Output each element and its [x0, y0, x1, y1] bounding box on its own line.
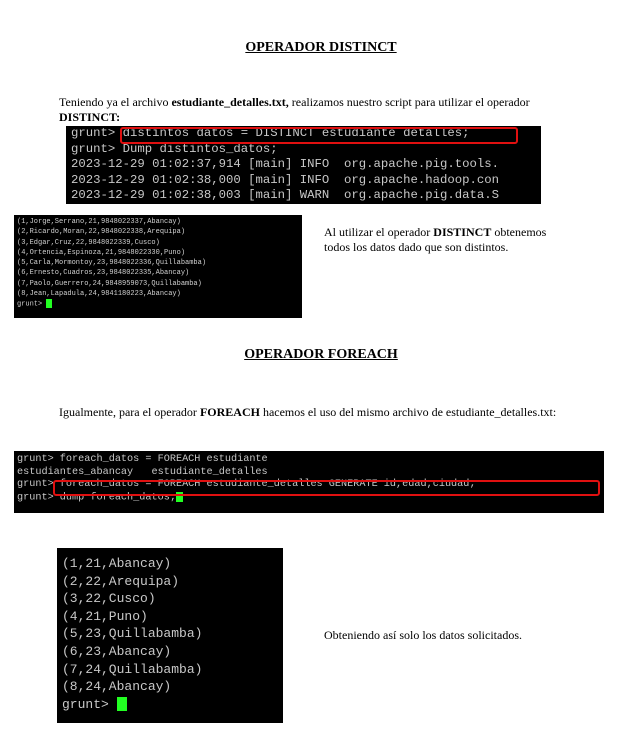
terminal-line: estudiantes_abancay estudiante_detalles — [17, 466, 268, 478]
foreach-intro-pre: Igualmente, para el operador — [59, 405, 200, 419]
foreach-command-highlight — [53, 480, 600, 496]
terminal-line: (7,24,Quillabamba) — [62, 661, 203, 677]
terminal-line: (8,Jean,Lapadula,24,9841180223,Abancay) — [17, 290, 181, 299]
distinct-intro: Teniendo ya el archivo estudiante_detall… — [59, 95, 589, 125]
distinct-intro-op: DISTINCT: — [59, 110, 121, 124]
terminal-line: (1,21,Abancay) — [62, 556, 172, 571]
foreach-intro: Igualmente, para el operador FOREACH hac… — [59, 405, 559, 420]
terminal-prompt: grunt> — [17, 300, 47, 309]
terminal-line: (2,Ricardo,Moran,22,9848022338,Arequipa) — [17, 228, 186, 237]
terminal-prompt: grunt> — [62, 696, 117, 712]
terminal-line: 2023-12-29 01:02:38,000 [main] INFO org.… — [71, 172, 500, 187]
terminal-line: (6,23,Abancay) — [62, 643, 172, 659]
distinct-command-highlight — [120, 127, 518, 144]
distinct-intro-pre: Teniendo ya el archivo — [59, 95, 172, 109]
terminal-line: (8,24,Abancay) — [62, 679, 172, 695]
terminal-line: (3,22,Cusco) — [62, 591, 156, 607]
terminal-line: (7,Paolo,Guerrero,24,9848959073,Quillaba… — [17, 279, 202, 288]
distinct-intro-file: estudiante_detalles.txt, — [171, 95, 289, 109]
foreach-intro-op: FOREACH — [199, 405, 260, 419]
terminal-line: (5,Carla,Mormontoy,23,9848022336,Quillab… — [17, 259, 207, 268]
terminal-prompt-line: grunt> — [17, 299, 302, 310]
terminal-line: (5,23,Quillabamba) — [62, 626, 203, 642]
foreach-output-terminal: (1,21,Abancay) (2,22,Arequipa) (3,22,Cus… — [57, 548, 283, 723]
distinct-note-pre: Al utilizar el operador — [324, 225, 434, 239]
terminal-prompt-line: grunt> — [62, 696, 283, 714]
terminal-line: (2,22,Arequipa) — [62, 573, 180, 589]
terminal-line: 2023-12-29 01:02:37,914 [main] INFO org.… — [71, 157, 500, 172]
foreach-command-terminal: grunt> foreach_datos = FOREACH estudiant… — [14, 451, 604, 513]
terminal-line: grunt> foreach_datos = FOREACH estudiant… — [17, 454, 268, 465]
terminal-line: 2023-12-29 01:02:38,003 [main] WARN org.… — [71, 188, 500, 203]
cursor-block-icon — [116, 697, 127, 712]
foreach-intro-post: hacemos el uso del mismo archivo de estu… — [259, 405, 557, 419]
distinct-intro-mid: realizamos nuestro script para utilizar … — [288, 95, 530, 109]
distinct-output-terminal: (1,Jorge,Serrano,21,9848022337,Abancay) … — [14, 215, 302, 318]
distinct-command-terminal: grunt> distintos datos = DISTINCT estudi… — [66, 126, 541, 204]
distinct-note: Al utilizar el operador DISTINCT obtenem… — [324, 225, 564, 255]
foreach-heading: OPERADOR FOREACH — [244, 347, 398, 362]
terminal-line: (6,Ernesto,Cuadros,23,9848022335,Abancay… — [17, 269, 190, 278]
foreach-note: Obteniendo así solo los datos solicitado… — [324, 628, 522, 642]
terminal-line: (4,Ortencia,Espinoza,21,9848022330,Puno) — [17, 248, 186, 257]
terminal-line: (4,21,Puno) — [62, 608, 148, 624]
terminal-line: (1,Jorge,Serrano,21,9848022337,Abancay) — [17, 218, 181, 226]
cursor-block-icon — [46, 299, 53, 309]
distinct-note-op: DISTINCT — [433, 225, 492, 239]
distinct-heading: OPERADOR DISTINCT — [245, 40, 397, 55]
terminal-line: (3,Edgar,Cruz,22,9848022339,Cusco) — [17, 238, 160, 247]
